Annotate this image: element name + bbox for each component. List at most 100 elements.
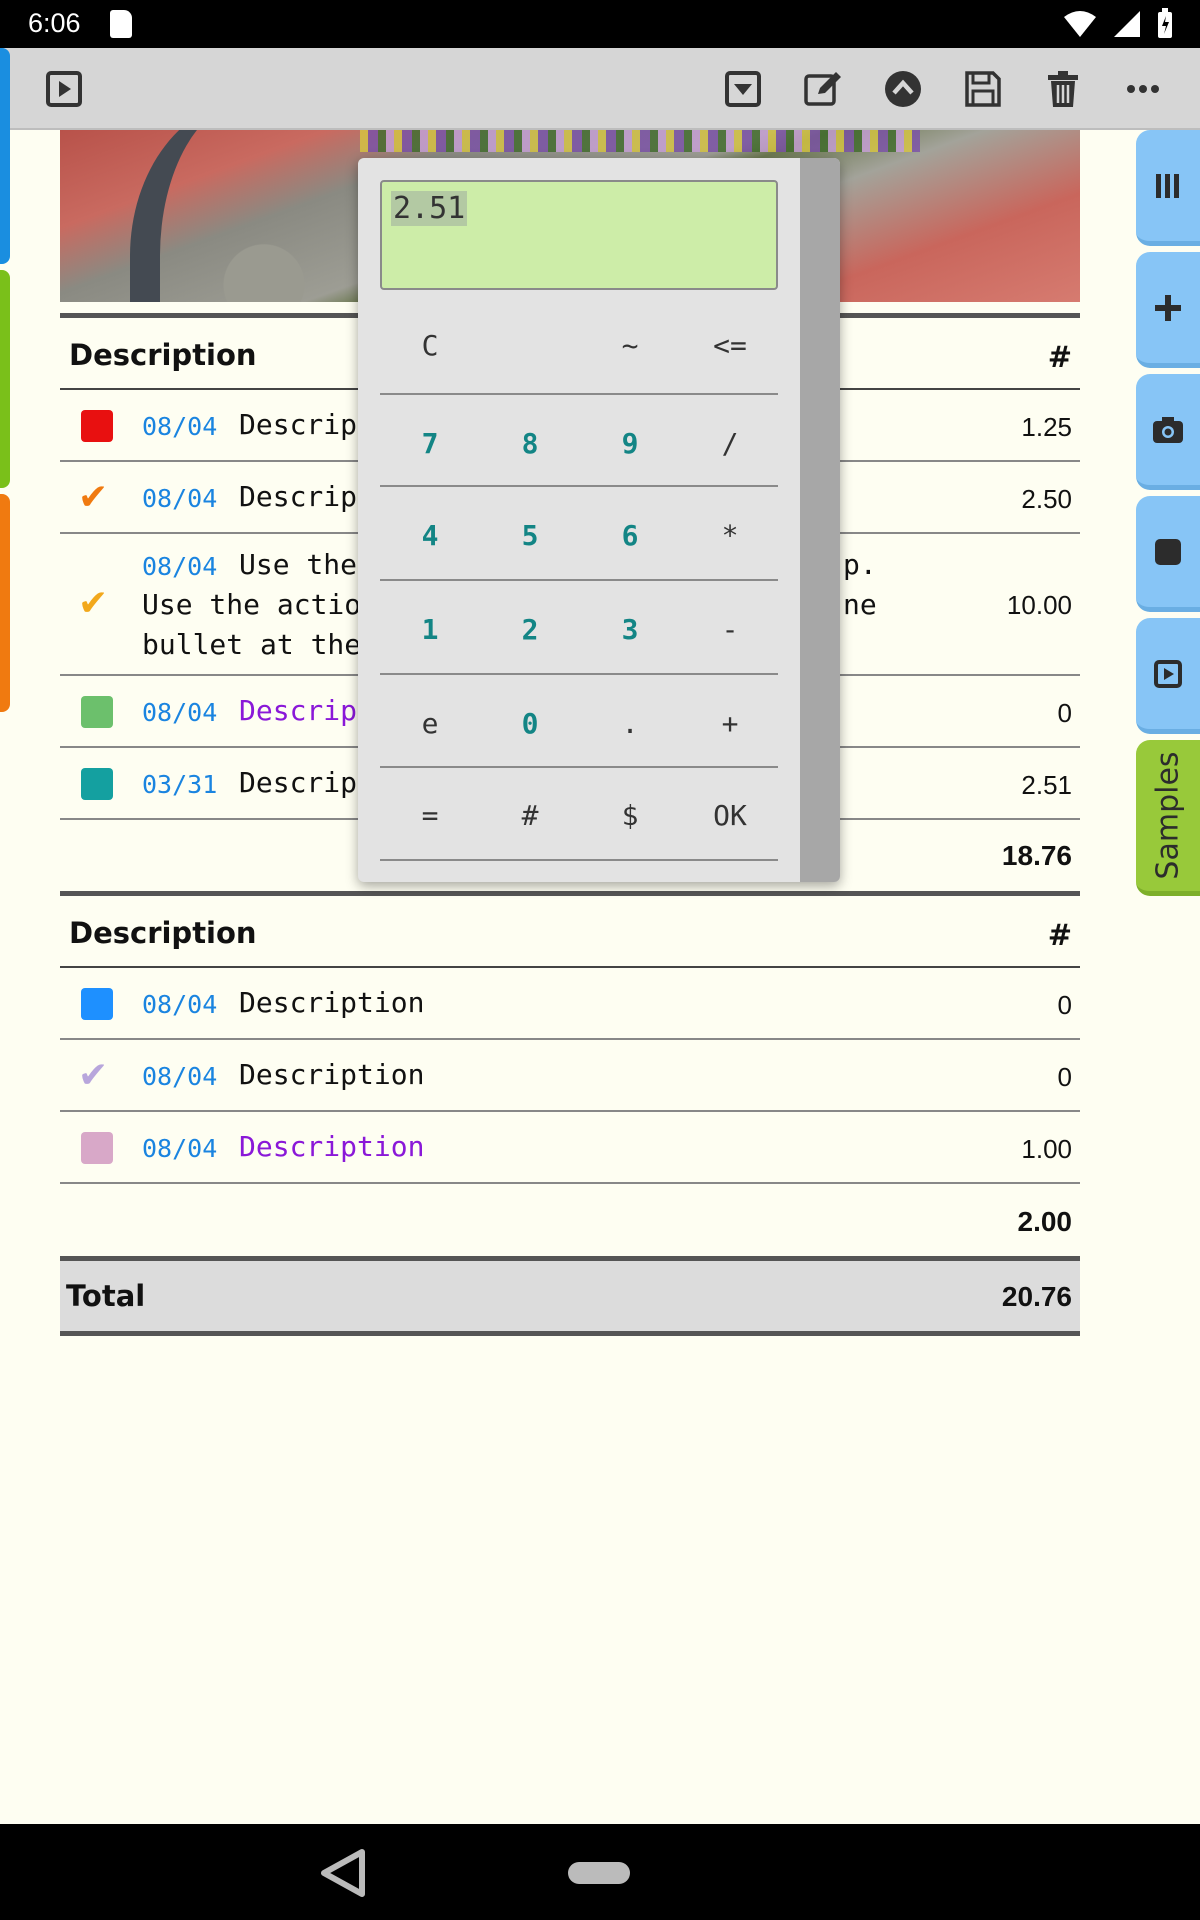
photo-arch-detail (130, 130, 330, 302)
row-description-line2-tail: ne (843, 588, 877, 621)
side-tab-samples[interactable]: Samples (1136, 740, 1200, 896)
checkmark-icon[interactable]: ✔ (78, 1058, 108, 1094)
key-2[interactable]: 2 (480, 584, 580, 674)
total-label: Total (66, 1279, 146, 1313)
side-tab-add[interactable] (1136, 252, 1200, 368)
row-description: Description (239, 986, 425, 1019)
table-row[interactable]: ✔ 08/04 Description 0 (60, 1040, 1080, 1112)
back-icon[interactable] (316, 1846, 370, 1904)
color-marker[interactable] (81, 1132, 113, 1164)
subtotal-value: 2.00 (1017, 1206, 1073, 1237)
columns-icon (1136, 130, 1200, 241)
trash-icon[interactable] (1042, 68, 1084, 110)
row-date: 08/04 (142, 1062, 218, 1091)
row-date: 08/04 (142, 698, 218, 727)
row-value: 0 (1057, 698, 1072, 728)
key-subtract[interactable]: - (680, 584, 780, 674)
checkmark-icon[interactable]: ✔ (78, 480, 108, 516)
key-ok[interactable]: OK (680, 770, 780, 860)
table-row[interactable]: 08/04 Description 1.00 (60, 1112, 1080, 1184)
key-hash[interactable]: # (480, 770, 580, 860)
wifi-icon (1062, 9, 1098, 43)
toolbar (0, 48, 1200, 130)
edge-strip-orange (0, 494, 10, 712)
section-header: Description # (60, 896, 1080, 968)
key-9[interactable]: 9 (580, 398, 680, 488)
section-subtotal: 2.00 (60, 1186, 1080, 1256)
calculator-display[interactable]: 2.51 (380, 180, 778, 290)
row-description: Use the (239, 548, 358, 581)
key-e[interactable]: e (380, 678, 480, 768)
count-column-header: # (1047, 340, 1072, 374)
clock: 6:06 (28, 8, 81, 38)
key-backspace[interactable]: <= (680, 300, 780, 390)
section-title: Description (69, 338, 257, 372)
key-row-divider (380, 393, 778, 395)
count-column-header: # (1047, 918, 1072, 952)
battery-icon (1156, 8, 1174, 44)
color-marker[interactable] (81, 696, 113, 728)
edge-strip-green (0, 270, 10, 488)
status-icons (1062, 8, 1174, 44)
samples-label: Samples (1150, 751, 1186, 880)
row-value: 2.50 (1021, 484, 1072, 514)
key-row-divider (380, 673, 778, 675)
key-8[interactable]: 8 (480, 398, 580, 488)
key-6[interactable]: 6 (580, 490, 680, 580)
row-date: 08/04 (142, 484, 218, 513)
navigation-bar (0, 1824, 1200, 1920)
save-icon[interactable] (962, 68, 1004, 110)
checkmark-icon[interactable]: ✔ (78, 586, 108, 622)
row-value: 2.51 (1021, 770, 1072, 800)
calculator-dialog: 2.51 C ~ <= 7 8 9 / 4 5 6 * 1 2 3 - e 0 … (358, 158, 840, 882)
side-tab-play[interactable] (1136, 618, 1200, 734)
key-0[interactable]: 0 (480, 678, 580, 768)
key-row-divider (380, 766, 778, 768)
key-row-divider (380, 485, 778, 487)
key-equals[interactable]: = (380, 770, 480, 860)
key-multiply[interactable]: * (680, 490, 780, 580)
color-marker[interactable] (81, 768, 113, 800)
key-3[interactable]: 3 (580, 584, 680, 674)
row-value: 1.25 (1021, 412, 1072, 442)
side-tab-stop[interactable] (1136, 496, 1200, 612)
key-negate[interactable]: ~ (580, 300, 680, 390)
key-decimal[interactable]: . (580, 678, 680, 768)
camera-icon (1136, 374, 1200, 485)
collapse-icon[interactable] (882, 68, 924, 110)
row-date: 08/04 (142, 412, 218, 441)
edit-icon[interactable] (802, 68, 844, 110)
row-date: 08/04 (142, 1134, 218, 1163)
side-tab-columns[interactable] (1136, 130, 1200, 246)
table-row[interactable]: 08/04 Description 0 (60, 968, 1080, 1040)
calculator-display-value: 2.51 (391, 191, 468, 226)
key-dollar[interactable]: $ (580, 770, 680, 860)
edge-strip-blue (0, 48, 10, 264)
key-row-divider (380, 579, 778, 581)
color-marker[interactable] (81, 410, 113, 442)
color-marker[interactable] (81, 988, 113, 1020)
row-value: 0 (1057, 990, 1072, 1020)
photo-flowers-detail (360, 130, 920, 152)
row-value: 1.00 (1021, 1134, 1072, 1164)
signal-icon (1112, 9, 1142, 43)
plus-icon (1136, 252, 1200, 363)
key-4[interactable]: 4 (380, 490, 480, 580)
key-7[interactable]: 7 (380, 398, 480, 488)
row-date: 08/04 (142, 552, 218, 581)
key-add[interactable]: + (680, 678, 780, 768)
row-value: 0 (1057, 1062, 1072, 1092)
row-value: 10.00 (1006, 590, 1072, 620)
play-icon[interactable] (43, 68, 85, 110)
home-pill[interactable] (568, 1862, 630, 1884)
key-clear[interactable]: C (380, 300, 480, 390)
more-icon[interactable] (1122, 68, 1164, 110)
dropdown-icon[interactable] (722, 68, 764, 110)
calculator-scrollbar[interactable] (800, 158, 840, 882)
stop-icon (1136, 496, 1200, 607)
side-tab-camera[interactable] (1136, 374, 1200, 490)
key-1[interactable]: 1 (380, 584, 480, 674)
row-description: Description (239, 1130, 425, 1163)
key-divide[interactable]: / (680, 398, 780, 488)
key-5[interactable]: 5 (480, 490, 580, 580)
